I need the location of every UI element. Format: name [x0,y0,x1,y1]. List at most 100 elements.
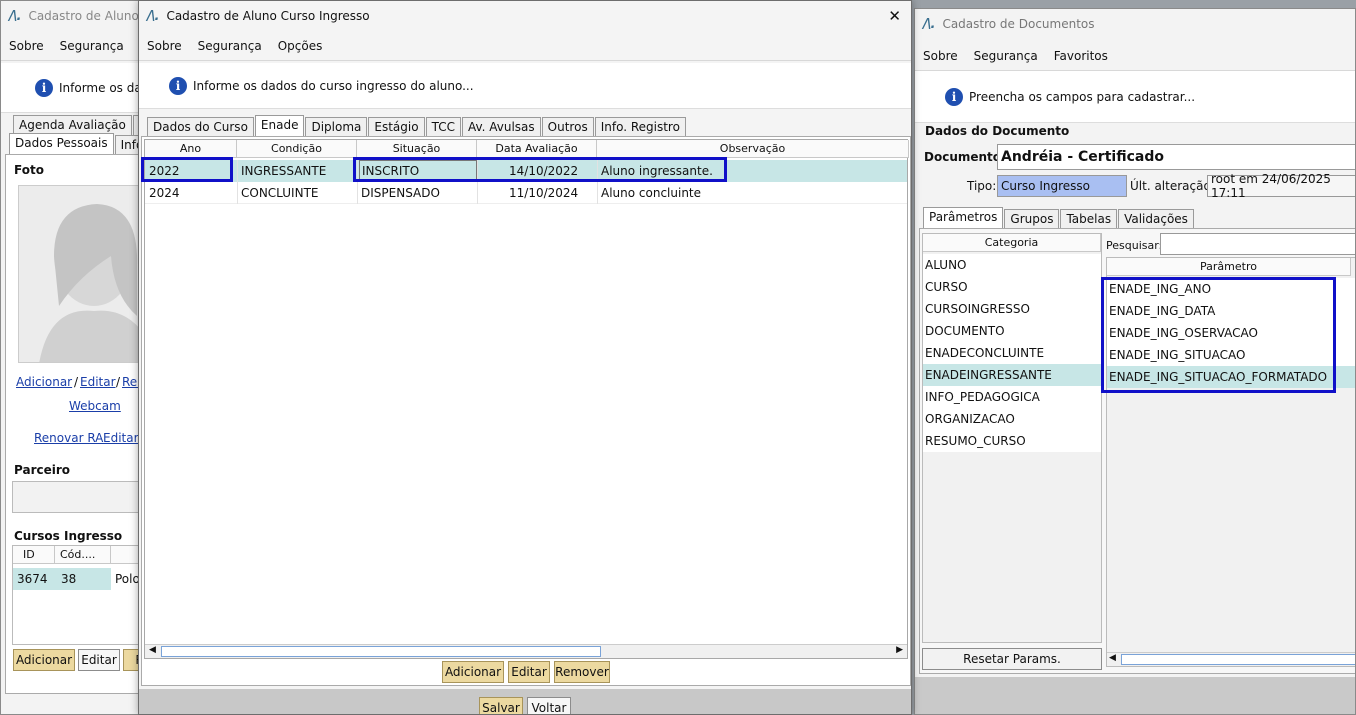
cursos-ingresso-label: Cursos Ingresso [14,529,123,543]
menu-bar: Sobre Segurança Favoritos [915,41,1355,71]
cell-situacao: DISPENSADO [361,186,440,200]
horizontal-scrollbar[interactable]: ◀ [1107,652,1355,666]
scroll-thumb[interactable] [161,646,601,657]
categoria-item[interactable]: ALUNO [923,254,1101,276]
scroll-right-icon[interactable]: ▶ [896,645,903,655]
status-strip [915,677,1355,714]
editar-foto-link[interactable]: Editar [80,375,116,389]
dados-documento-label: Dados do Documento [925,124,1070,138]
adicionar-enade-button[interactable]: Adicionar [442,661,504,683]
remover-enade-button[interactable]: Remover [554,661,610,683]
menu-favoritos[interactable]: Favoritos [1054,49,1108,63]
info-text: Informe os dad [59,80,150,95]
scroll-thumb[interactable] [1121,654,1355,665]
cell-observacao: Aluno concluinte [601,186,702,200]
col-ano-header[interactable]: Ano [145,140,237,158]
categoria-item[interactable]: CURSO [923,276,1101,298]
tab-dados-pessoais[interactable]: Dados Pessoais [9,133,114,155]
editar-curso-button[interactable]: Editar [78,649,120,671]
tab-diploma[interactable]: Diploma [305,117,368,137]
tab-estagio[interactable]: Estágio [368,117,425,137]
info-text: Preencha os campos para cadastrar... [969,89,1196,104]
documento-field[interactable]: Andréia - Certificado [997,144,1355,170]
documento-label: Documento: [924,150,1006,164]
tab-validacoes[interactable]: Validações [1118,209,1194,229]
menu-seguranca[interactable]: Segurança [198,39,262,53]
tab-grupos[interactable]: Grupos [1004,209,1060,229]
tab-dados-do-curso[interactable]: Dados do Curso [147,117,254,137]
tipo-field[interactable]: Curso Ingresso [997,175,1127,197]
menu-sobre[interactable]: Sobre [923,49,958,63]
window-title: Cadastro de Aluno [28,9,139,23]
parametros-highlight-box [1101,277,1336,393]
window-title: Cadastro de Aluno Curso Ingresso [166,9,370,23]
parametro-header[interactable]: Parâmetro [1107,258,1351,276]
tab-av-avulsas[interactable]: Av. Avulsas [461,117,541,137]
close-icon[interactable]: ✕ [888,7,901,25]
info-icon: i [945,87,963,106]
editar-enade-button[interactable]: Editar [508,661,550,683]
categoria-items: ALUNO CURSO CURSOINGRESSO DOCUMENTO ENADECON… [923,254,1101,452]
tab-parametros[interactable]: Parâmetros [923,207,1004,229]
categoria-item[interactable]: ENADECONCLUINTE [923,342,1101,364]
col-condicao-header[interactable]: Condição [237,140,357,158]
categoria-item[interactable]: ENADEINGRESSANTE [923,364,1101,386]
col-situacao-header[interactable]: Situação [357,140,477,158]
adicionar-foto-link[interactable]: Adicionar [16,375,72,389]
document-tabs: Parâmetros Grupos Tabelas Validações [923,207,1195,229]
cell-ano: 2024 [149,186,180,200]
tab-tcc[interactable]: TCC [425,117,461,137]
menu-sobre[interactable]: Sobre [147,39,182,53]
separator: / [116,375,121,389]
curso-tabs: Dados do Curso Enade Diploma Estágio TCC… [147,115,687,137]
categoria-header[interactable]: Categoria [923,234,1101,252]
ult-alteracao-field: root em 24/06/2025 17:11 [1207,172,1355,200]
renovar-ra-link[interactable]: Renovar RA [34,431,103,445]
menu-sobre[interactable]: Sobre [9,39,44,53]
col-id-header[interactable]: ID [13,546,55,564]
app-logo-icon: /\. [9,8,21,24]
pesquisar-input[interactable] [1160,233,1355,255]
adicionar-curso-button[interactable]: Adicionar [13,649,75,671]
info-bar: i Informe os dados do curso ingresso do … [139,63,911,109]
resetar-params-button[interactable]: Resetar Params. [922,648,1102,670]
info-bar: i Informe os dad [1,63,159,113]
pesquisar-label: Pesquisar: [1106,239,1163,252]
col-data-avaliacao-header[interactable]: Data Avaliação [477,140,597,158]
scroll-left-icon[interactable]: ◀ [1109,653,1116,663]
tab-tabelas[interactable]: Tabelas [1060,209,1118,229]
categoria-item[interactable]: ORGANIZACAO [923,408,1101,430]
cadastro-aluno-window: /\. Cadastro de Aluno Sobre Segurança Fa… [0,0,160,715]
tab-info-registro[interactable]: Info. Registro [594,117,686,137]
foto-label: Foto [14,163,44,177]
categoria-item[interactable]: DOCUMENTO [923,320,1101,342]
photo-placeholder [18,185,158,363]
info-bar: i Preencha os campos para cadastrar... [915,71,1355,123]
categoria-list: Categoria ALUNO CURSO CURSOINGRESSO DOCUMEN… [922,233,1102,643]
tab-outros[interactable]: Outros [541,117,594,137]
tab-agenda-avaliacao[interactable]: Agenda Avaliação [13,115,132,135]
categoria-item[interactable]: RESUMO_CURSO [923,430,1101,452]
app-logo-icon: /\. [923,16,935,32]
app-logo-icon: /\. [147,8,159,24]
webcam-link[interactable]: Webcam [69,399,121,413]
categoria-item[interactable]: INFO_PEDAGOGICA [923,386,1101,408]
col-cod-header[interactable]: Cód.... [55,546,111,564]
tab-enade[interactable]: Enade [254,115,305,137]
cell-cod: 38 [61,572,77,586]
menu-seguranca[interactable]: Segurança [60,39,124,53]
menu-seguranca[interactable]: Segurança [974,49,1038,63]
horizontal-scrollbar[interactable]: ◀ ▶ [145,644,907,658]
info-icon: i [169,76,187,95]
salvar-button[interactable]: Salvar [479,697,523,714]
scroll-left-icon[interactable]: ◀ [149,645,156,655]
menu-opcoes[interactable]: Opções [278,39,323,53]
voltar-button[interactable]: Voltar [527,697,571,714]
cadastro-curso-ingresso-window: /\. Cadastro de Aluno Curso Ingresso ✕ S… [138,0,912,715]
categoria-item[interactable]: CURSOINGRESSO [923,298,1101,320]
cell-condicao: CONCLUINTE [241,186,319,200]
enade-grid: Ano Condição Situação Data Avaliação Obs… [144,139,909,659]
cadastro-documentos-window: /\. Cadastro de Documentos Sobre Seguran… [914,8,1356,715]
col-observacao-header[interactable]: Observação [597,140,909,158]
title-bar: /\. Cadastro de Aluno Curso Ingresso ✕ [139,1,911,31]
